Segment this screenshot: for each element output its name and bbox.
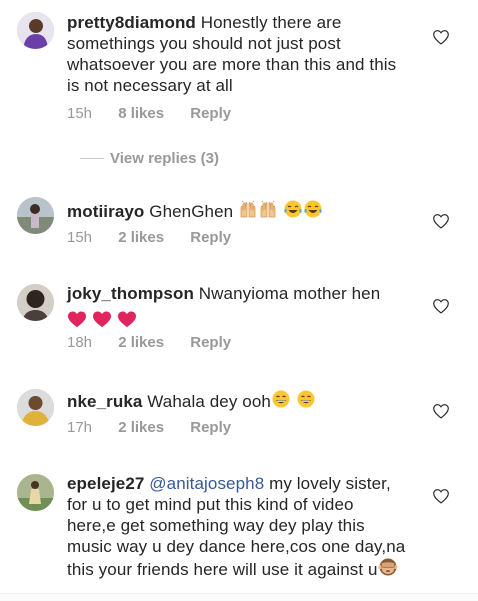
comment-username[interactable]: epeleje27 (67, 474, 144, 493)
reply-button[interactable]: Reply (190, 105, 231, 122)
comment-time: 18h (67, 334, 93, 351)
grinning-face-icon (296, 389, 316, 414)
like-heart-icon[interactable] (432, 213, 450, 229)
grinning-face-icon (271, 389, 291, 414)
comment-time: 15h (67, 105, 93, 122)
reply-button[interactable]: Reply (190, 419, 231, 436)
comment-username[interactable]: pretty8diamond (67, 13, 196, 32)
comment-text: motiirayo GhenGhen (67, 199, 407, 224)
like-heart-icon[interactable] (432, 403, 450, 419)
reply-button[interactable]: Reply (190, 229, 231, 246)
comment-meta: 17h 2 likes Reply (67, 419, 253, 436)
mention-link[interactable]: @anitajoseph8 (149, 474, 264, 493)
comment-meta: 15h 8 likes Reply (67, 105, 253, 122)
comment-meta: 15h 2 likes Reply (67, 229, 253, 246)
comment-text: pretty8diamond Honestly there are someth… (67, 12, 407, 96)
avatar-image (17, 197, 54, 234)
avatar[interactable] (17, 474, 54, 511)
avatar-image (17, 12, 54, 49)
avatar-image (17, 284, 54, 321)
view-replies-label[interactable]: View replies (3) (110, 150, 219, 167)
comment-likes[interactable]: 2 likes (118, 419, 164, 436)
avatar[interactable] (17, 284, 54, 321)
view-replies-link[interactable]: View replies (3) (80, 150, 219, 167)
reply-button[interactable]: Reply (190, 334, 231, 351)
comment-meta: 18h 2 likes Reply (67, 334, 253, 351)
avatar[interactable] (17, 12, 54, 49)
comment-body: Nwanyioma mother hen (198, 284, 381, 303)
avatar[interactable] (17, 389, 54, 426)
raising-hands-icon (238, 199, 258, 224)
comment-text: joky_thompson Nwanyioma mother hen (67, 283, 407, 330)
like-heart-icon[interactable] (432, 298, 450, 314)
comment-likes[interactable]: 2 likes (118, 229, 164, 246)
comment-body: Wahala dey ooh (147, 392, 271, 411)
like-heart-icon[interactable] (432, 29, 450, 45)
avatar-image (17, 474, 54, 511)
red-heart-icon (92, 309, 112, 330)
see-no-evil-monkey-icon (378, 557, 398, 582)
raising-hands-icon (258, 199, 278, 224)
comment-body: GhenGhen (149, 202, 234, 221)
tears-of-joy-icon (283, 199, 303, 224)
avatar[interactable] (17, 197, 54, 234)
comment-text: nke_ruka Wahala dey ooh (67, 389, 407, 414)
red-heart-icon (67, 309, 87, 330)
comment-username[interactable]: nke_ruka (67, 392, 142, 411)
emoji-row (67, 307, 407, 330)
tears-of-joy-icon (303, 199, 323, 224)
comment-likes[interactable]: 2 likes (118, 334, 164, 351)
comment-username[interactable]: joky_thompson (67, 284, 194, 303)
avatar-image (17, 389, 54, 426)
comment-likes[interactable]: 8 likes (118, 105, 164, 122)
divider-line (80, 158, 104, 159)
comment-text: epeleje27 @anitajoseph8 my lovely sister… (67, 473, 407, 582)
like-heart-icon[interactable] (432, 488, 450, 504)
comment-time: 15h (67, 229, 93, 246)
red-heart-icon (117, 309, 137, 330)
comment-time: 17h (67, 419, 93, 436)
comment-username[interactable]: motiirayo (67, 202, 144, 221)
